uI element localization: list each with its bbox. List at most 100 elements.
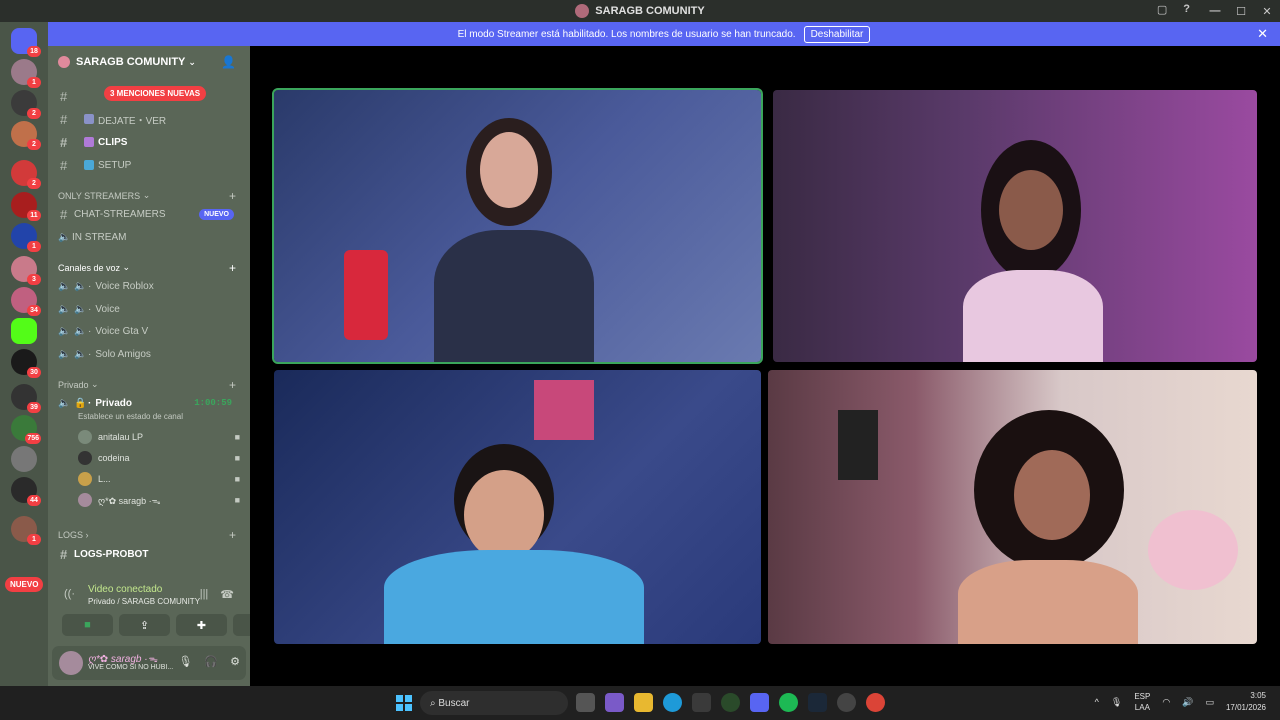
server-icon[interactable]: 2: [11, 90, 41, 119]
voice-channel[interactable]: 🔈 🔈 · Voice Gta V: [56, 321, 242, 341]
video-tile[interactable]: [274, 370, 761, 644]
voice-channel[interactable]: 🔈 🔈 · Solo Amigos: [56, 344, 242, 364]
maximize-button[interactable]: ☐: [1228, 5, 1254, 18]
speaker-icon: 🔈: [58, 348, 71, 360]
voice-user[interactable]: codeina ■: [78, 449, 240, 467]
channel-logs-probot[interactable]: # LOGS-PROBOT: [56, 544, 242, 564]
app-icon[interactable]: [605, 693, 624, 712]
disconnect-icon[interactable]: ☎: [220, 588, 234, 601]
poster: [534, 380, 594, 440]
activities-button[interactable]: ✚: [176, 614, 227, 636]
mentions-pill[interactable]: 3 MENCIONES NUEVAS: [104, 86, 207, 101]
category-canales-de-voz[interactable]: Canales de voz ⌄ +: [58, 260, 242, 275]
speaker-icon: 🔈: [58, 231, 71, 243]
new-badge: NUEVO: [199, 208, 234, 220]
language-indicator[interactable]: ESP LAA: [1134, 691, 1150, 713]
category-logs[interactable]: LOGS › +: [58, 528, 242, 542]
voice-channel[interactable]: 🔈 🔈 · Voice Roblox: [56, 276, 242, 296]
voice-location[interactable]: Privado / SARAGB COMUNITY: [88, 597, 200, 606]
taskbar-search[interactable]: ⌕ Buscar: [420, 691, 568, 715]
home-server[interactable]: 18: [11, 28, 41, 57]
voice-user[interactable]: anitalau LP ■: [78, 428, 240, 446]
server-icon[interactable]: 1: [11, 516, 41, 545]
server-icon[interactable]: 34: [11, 287, 41, 316]
minimize-button[interactable]: —: [1202, 5, 1228, 17]
file-explorer-icon[interactable]: [634, 693, 653, 712]
server-icon[interactable]: 39: [11, 384, 41, 413]
disable-button[interactable]: Deshabilitar: [803, 25, 871, 43]
voice-status: Video conectado: [88, 584, 163, 595]
voice-channel[interactable]: 🔈 🔈 · Voice: [56, 299, 242, 319]
server-list: 18 1 2 2 2 11 1 3 34 30 39 756 44 1 NUEV…: [0, 22, 48, 686]
video-tile[interactable]: [773, 90, 1257, 362]
add-member-icon[interactable]: 👤: [221, 55, 236, 69]
server-icon[interactable]: 1: [11, 59, 41, 88]
user-panel[interactable]: ღ*✿ saragb ·ᯓ VIVE COMO SI NO HUBI... 🎙 …: [52, 646, 246, 680]
voice-user[interactable]: ღ*✿ saragb ·ᯓ ■: [78, 491, 240, 509]
chevron-down-icon: ⌄: [188, 56, 196, 67]
avatar: [78, 472, 92, 486]
edge-icon[interactable]: [663, 693, 682, 712]
server-name: SARAGB COMUNITY: [76, 56, 186, 68]
channel-chat-streamers[interactable]: # CHAT-STREAMERS NUEVO: [56, 204, 242, 224]
server-icon[interactable]: 1: [11, 223, 41, 252]
screen-share-button[interactable]: ⇪: [119, 614, 170, 636]
noise-suppression-icon[interactable]: |||: [200, 588, 209, 601]
spotify-icon[interactable]: [779, 693, 798, 712]
voice-channel-privado[interactable]: 🔈 🔒 · Privado 1:00:59: [56, 393, 242, 413]
server-icon[interactable]: 11: [11, 192, 41, 221]
battery-icon[interactable]: ▭: [1205, 697, 1214, 708]
video-tile[interactable]: [768, 370, 1257, 644]
channel-setup[interactable]: # SETUP: [56, 155, 242, 175]
discord-icon[interactable]: [750, 693, 769, 712]
clock[interactable]: 3:05 17/01/2026: [1226, 690, 1266, 714]
speaker-icon: 🔈: [58, 397, 71, 409]
server-icon[interactable]: 2: [11, 121, 41, 150]
chevron-up-icon[interactable]: ^: [1095, 697, 1099, 707]
channel-status[interactable]: Establece un estado de canal: [78, 412, 183, 421]
voice-user[interactable]: L... ■: [78, 470, 240, 488]
plus-icon: +: [228, 260, 236, 275]
server-icon[interactable]: 756: [11, 415, 41, 444]
hash-icon: #: [60, 157, 68, 173]
settings-icon[interactable]: ⚙: [230, 655, 240, 668]
close-button[interactable]: ✕: [1254, 5, 1280, 18]
server-icon[interactable]: [11, 446, 37, 472]
server-icon[interactable]: 30: [11, 349, 41, 378]
server-icon: [575, 4, 590, 18]
hash-icon: #: [60, 206, 68, 222]
store-icon[interactable]: [692, 693, 711, 712]
channel-dejate-ver[interactable]: # DEJATE・VER: [56, 109, 242, 129]
wifi-icon[interactable]: ◠: [1162, 697, 1170, 708]
app-icon[interactable]: [721, 693, 740, 712]
task-view-icon[interactable]: [576, 693, 595, 712]
server-header[interactable]: SARAGB COMUNITY ⌄ 👤: [48, 46, 250, 78]
new-badge: NUEVO: [5, 577, 44, 592]
volume-icon[interactable]: 🔊: [1182, 697, 1193, 708]
server-icon[interactable]: 44: [11, 477, 41, 506]
kick-server-icon[interactable]: [11, 318, 37, 344]
category-only-streamers[interactable]: ONLY STREAMERS ⌄ +: [58, 189, 242, 203]
microphone-icon[interactable]: 🎙: [178, 655, 192, 668]
emoji-icon: [84, 137, 94, 147]
avatar[interactable]: [59, 651, 83, 675]
avatar: [78, 451, 92, 465]
video-tile[interactable]: [272, 88, 763, 364]
obs-icon[interactable]: [837, 693, 856, 712]
steam-icon[interactable]: [808, 693, 827, 712]
close-icon[interactable]: ✕: [1257, 26, 1268, 42]
inbox-icon[interactable]: ▢: [1157, 3, 1167, 16]
help-icon[interactable]: ?: [1183, 3, 1190, 16]
microphone-icon[interactable]: 🎙: [1111, 697, 1122, 708]
shelf-decoration: [838, 410, 878, 480]
category-privado[interactable]: Privado ⌄ +: [58, 378, 242, 392]
server-icon[interactable]: 2: [11, 160, 41, 189]
headphones-icon[interactable]: 🎧: [204, 655, 218, 668]
chrome-icon[interactable]: [866, 693, 885, 712]
camera-button[interactable]: ■: [62, 614, 113, 636]
windows-start-icon[interactable]: [396, 695, 412, 711]
channel-clips[interactable]: # CLIPS: [56, 132, 242, 152]
server-icon: [58, 56, 70, 68]
server-icon[interactable]: 3: [11, 256, 41, 285]
channel-in-stream[interactable]: 🔈 IN STREAM: [56, 227, 242, 247]
